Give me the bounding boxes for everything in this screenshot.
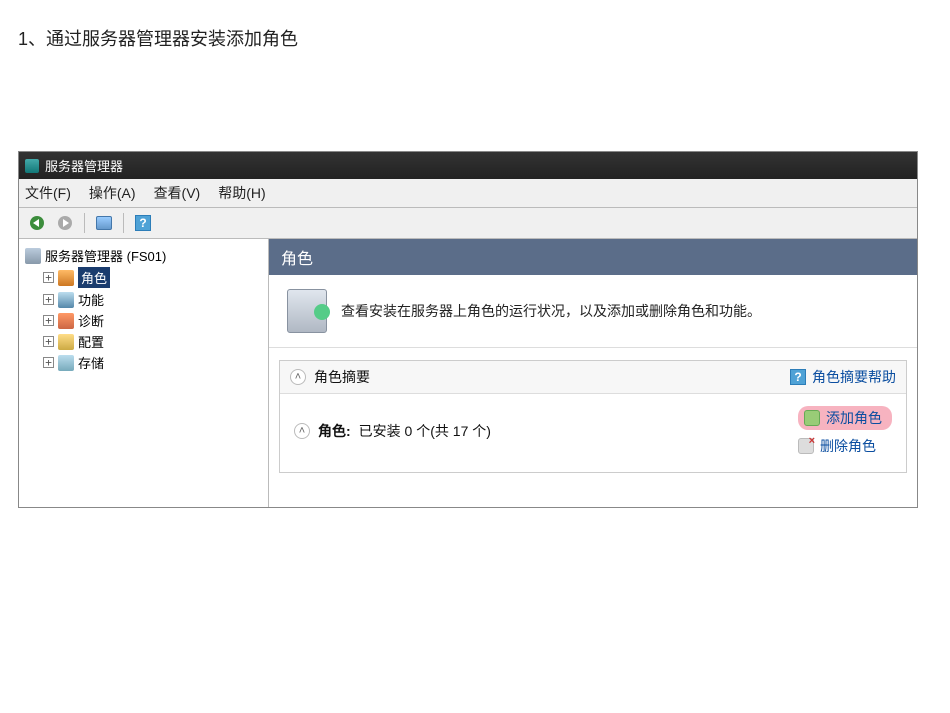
toolbar-help-button[interactable]: ? <box>131 212 155 234</box>
back-icon <box>30 216 44 230</box>
main-header: 角色 <box>269 239 917 275</box>
tree-node-features[interactable]: + 功能 <box>23 289 264 310</box>
content-area: 服务器管理器 (FS01) + 角色 + 功能 + 诊断 <box>19 239 917 507</box>
expander-icon[interactable]: + <box>43 357 54 368</box>
installed-roles-line: ˄ 角色: 已安装 0 个(共 17 个) <box>294 406 491 456</box>
panes-icon <box>96 216 112 230</box>
diagnostics-icon <box>58 313 74 329</box>
roles-icon <box>58 270 74 286</box>
tree-root-label: 服务器管理器 (FS01) <box>45 246 166 265</box>
intro-row: 查看安装在服务器上角色的运行状况，以及添加或删除角色和功能。 <box>287 289 899 333</box>
chevron-up-icon[interactable]: ˄ <box>290 369 306 385</box>
menubar: 文件(F) 操作(A) 查看(V) 帮助(H) <box>19 179 917 208</box>
chevron-up-icon[interactable]: ˄ <box>294 423 310 439</box>
intro-text: 查看安装在服务器上角色的运行状况，以及添加或删除角色和功能。 <box>341 301 761 321</box>
tree-node-configuration[interactable]: + 配置 <box>23 331 264 352</box>
main-pane: 角色 查看安装在服务器上角色的运行状况，以及添加或删除角色和功能。 ˄ 角色摘要… <box>269 239 917 507</box>
features-icon <box>58 292 74 308</box>
summary-help-text: 角色摘要帮助 <box>812 367 896 387</box>
tree-node-diagnostics[interactable]: + 诊断 <box>23 310 264 331</box>
main-body: 查看安装在服务器上角色的运行状况，以及添加或删除角色和功能。 <box>269 275 917 348</box>
panes-button[interactable] <box>92 212 116 234</box>
menu-action[interactable]: 操作(A) <box>89 183 136 203</box>
configuration-icon <box>58 334 74 350</box>
tree-pane: 服务器管理器 (FS01) + 角色 + 功能 + 诊断 <box>19 239 269 507</box>
add-role-link[interactable]: 添加角色 <box>798 406 892 430</box>
tree-node-roles[interactable]: + 角色 <box>23 266 264 289</box>
summary-body: ˄ 角色: 已安装 0 个(共 17 个) 添加角色 删除角色 <box>280 394 906 472</box>
expander-icon[interactable]: + <box>43 336 54 347</box>
add-role-icon <box>804 410 820 426</box>
tree-root[interactable]: 服务器管理器 (FS01) <box>23 245 264 266</box>
menu-view[interactable]: 查看(V) <box>154 183 201 203</box>
page-caption: 1、通过服务器管理器安装添加角色 <box>18 25 932 51</box>
expander-icon[interactable]: + <box>43 294 54 305</box>
summary-header: ˄ 角色摘要 ? 角色摘要帮助 <box>280 361 906 394</box>
add-role-label: 添加角色 <box>826 408 882 428</box>
menu-file[interactable]: 文件(F) <box>25 183 71 203</box>
tree-label-diagnostics: 诊断 <box>78 311 104 330</box>
app-icon <box>25 159 39 173</box>
tree-label-roles: 角色 <box>78 267 110 288</box>
remove-role-label: 删除角色 <box>820 436 876 456</box>
help-icon: ? <box>135 215 151 231</box>
tree-label-storage: 存储 <box>78 353 104 372</box>
help-icon: ? <box>790 369 806 385</box>
remove-role-icon <box>798 438 814 454</box>
tree-label-features: 功能 <box>78 290 104 309</box>
toolbar-separator <box>84 213 85 233</box>
window-title: 服务器管理器 <box>45 156 123 175</box>
summary-title: 角色摘要 <box>314 367 370 387</box>
toolbar-separator <box>123 213 124 233</box>
toolbar: ? <box>19 208 917 239</box>
role-action-links: 添加角色 删除角色 <box>798 406 892 456</box>
remove-role-link[interactable]: 删除角色 <box>798 436 876 456</box>
forward-icon <box>58 216 72 230</box>
forward-button[interactable] <box>53 212 77 234</box>
storage-icon <box>58 355 74 371</box>
expander-icon[interactable]: + <box>43 315 54 326</box>
back-button[interactable] <box>25 212 49 234</box>
menu-help[interactable]: 帮助(H) <box>218 183 265 203</box>
server-icon <box>25 248 41 264</box>
tree-label-configuration: 配置 <box>78 332 104 351</box>
expander-icon[interactable]: + <box>43 272 54 283</box>
role-summary-panel: ˄ 角色摘要 ? 角色摘要帮助 ˄ 角色: 已安装 0 个(共 17 个) <box>279 360 907 473</box>
installed-label: 角色: <box>318 421 351 441</box>
tree-node-storage[interactable]: + 存储 <box>23 352 264 373</box>
server-manager-window: 服务器管理器 文件(F) 操作(A) 查看(V) 帮助(H) ? 服务器管理器 … <box>18 151 918 508</box>
server-large-icon <box>287 289 327 333</box>
summary-help-link[interactable]: ? 角色摘要帮助 <box>790 367 896 387</box>
installed-count-text: 已安装 0 个(共 17 个) <box>359 421 491 441</box>
titlebar: 服务器管理器 <box>19 152 917 179</box>
